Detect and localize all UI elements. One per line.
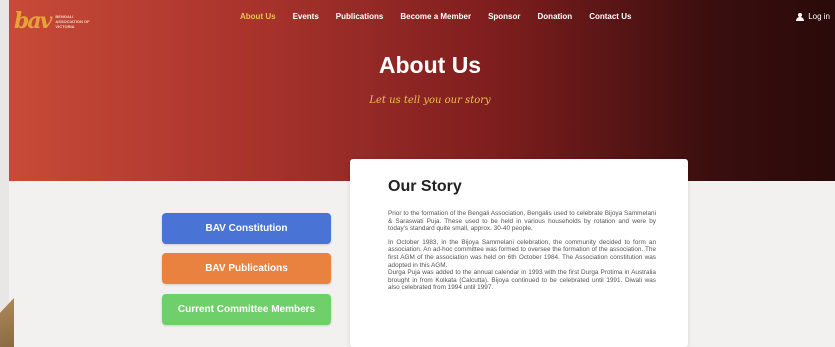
bav-constitution-button[interactable]: BAV Constitution: [162, 213, 331, 244]
logo-text: BENGALI ASSOCIATION OF VICTORIA: [55, 13, 90, 29]
our-story-body: Prior to the formation of the Bengali As…: [388, 210, 656, 298]
nav-item-donation[interactable]: Donation: [538, 12, 573, 21]
nav-item-events[interactable]: Events: [293, 12, 319, 21]
user-icon: [796, 12, 805, 21]
main-nav: About Us Events Publications Become a Me…: [240, 12, 648, 21]
logo[interactable]: bav BENGALI ASSOCIATION OF VICTORIA: [14, 7, 104, 35]
story-paragraph: Prior to the formation of the Bengali As…: [388, 210, 656, 233]
nav-item-publications[interactable]: Publications: [336, 12, 384, 21]
page-title: About Us: [378, 52, 482, 78]
login-label: Log in: [808, 12, 830, 21]
current-committee-members-button[interactable]: Current Committee Members: [162, 294, 331, 325]
login-link[interactable]: Log in: [796, 12, 830, 21]
nav-item-sponsor[interactable]: Sponsor: [488, 12, 520, 21]
nav-item-about-us[interactable]: About Us: [240, 12, 276, 21]
page-subtitle: Let us tell you our story: [369, 95, 491, 106]
story-paragraph: In October 1983, in the Bijoya Sammelani…: [388, 238, 656, 269]
nav-item-contact-us[interactable]: Contact Us: [589, 12, 631, 21]
story-paragraph: Durga Puja was added to the annual calen…: [388, 269, 656, 292]
our-story-title: Our Story: [388, 178, 462, 195]
nav-item-become-a-member[interactable]: Become a Member: [400, 12, 471, 21]
hero-banner: [9, 0, 835, 181]
logo-mark: bav: [14, 8, 52, 34]
bav-publications-button[interactable]: BAV Publications: [162, 253, 331, 284]
our-story-card: Our Story Prior to the formation of the …: [350, 159, 688, 347]
